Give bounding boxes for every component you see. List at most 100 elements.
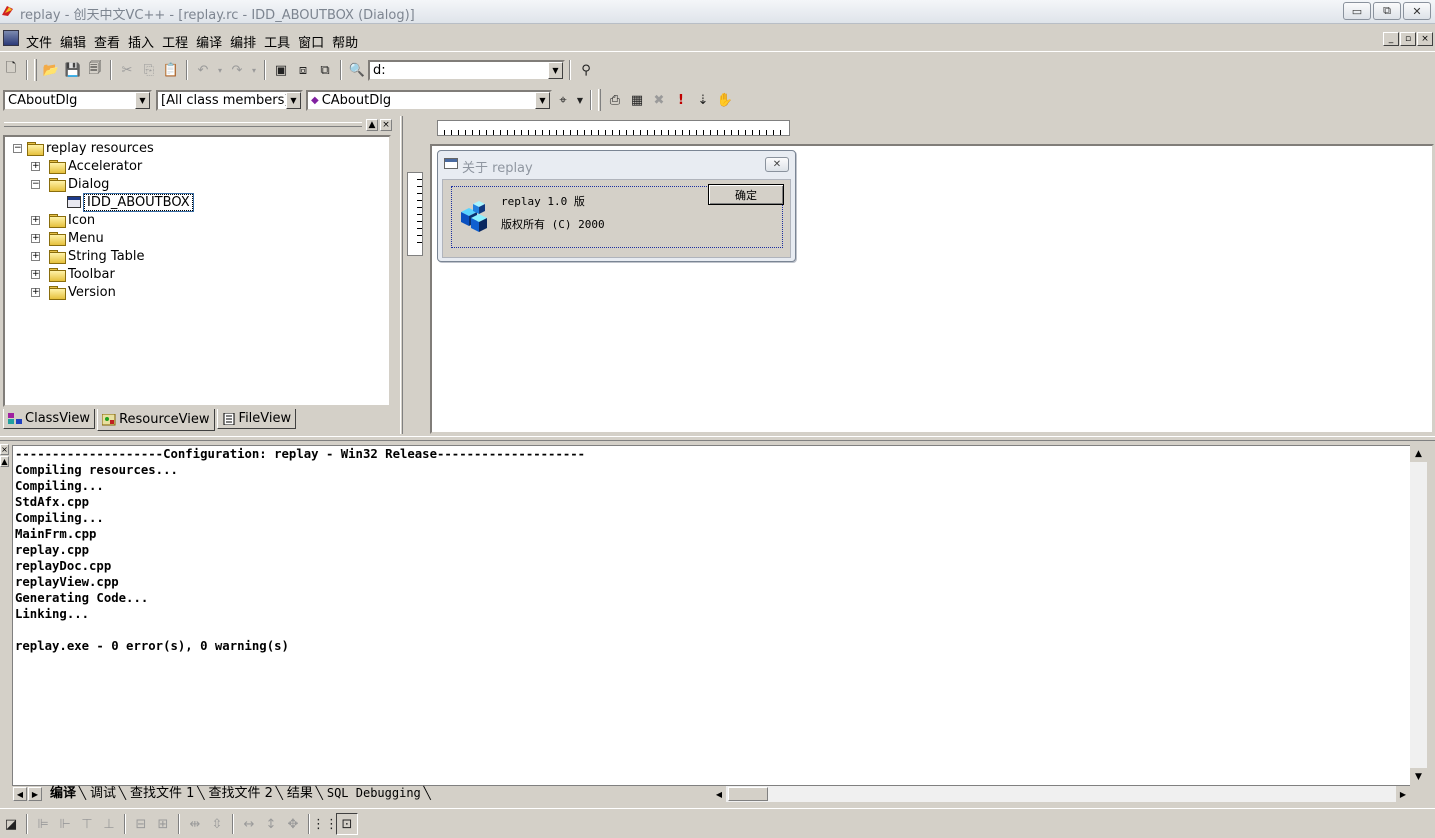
- tree-item-idd-aboutbox[interactable]: IDD_ABOUTBOX: [67, 192, 194, 212]
- tree-root[interactable]: replay resources: [27, 139, 154, 157]
- scroll-up-icon[interactable]: ▲: [1410, 445, 1427, 462]
- tab-build[interactable]: 编译: [42, 786, 86, 802]
- output-window[interactable]: --------------------Configuration: repla…: [12, 445, 1410, 785]
- expand-icon[interactable]: +: [31, 162, 40, 171]
- menu-window[interactable]: 窗口: [294, 32, 328, 51]
- vertical-splitter[interactable]: [400, 116, 403, 434]
- tree-item-toolbar[interactable]: Toolbar: [49, 265, 115, 283]
- undo-dropdown-icon[interactable]: ▾: [214, 59, 226, 81]
- toggle-grid-icon[interactable]: ⋮⋮: [312, 813, 338, 835]
- expand-icon[interactable]: +: [31, 288, 40, 297]
- tree-item-version[interactable]: Version: [49, 283, 116, 301]
- tree-item-string-table[interactable]: String Table: [49, 247, 145, 265]
- collapse-icon[interactable]: −: [31, 180, 40, 189]
- compile-icon[interactable]: ⎙: [604, 89, 626, 111]
- space-down-icon[interactable]: ⇳: [206, 813, 228, 835]
- cut-icon[interactable]: ✂: [116, 59, 138, 81]
- wizard-action-dropdown-icon[interactable]: ▼: [574, 89, 586, 111]
- align-right-icon[interactable]: ⊩: [54, 813, 76, 835]
- chevron-down-icon[interactable]: ▼: [548, 61, 563, 79]
- menu-build[interactable]: 编译: [192, 32, 226, 51]
- same-size-icon[interactable]: ✥: [282, 813, 304, 835]
- breakpoint-hand-icon[interactable]: ✋: [714, 89, 736, 111]
- tree-item-icon[interactable]: Icon: [49, 211, 95, 229]
- about-dialog-preview[interactable]: 关于 replay ✕ replay 1.0 版 版权所有 (C) 2000 确…: [437, 150, 796, 262]
- dialog-close-icon[interactable]: ✕: [765, 157, 789, 172]
- chevron-down-icon[interactable]: ▼: [286, 91, 301, 109]
- stop-build-icon[interactable]: ✖: [648, 89, 670, 111]
- tab-scroll-right-icon[interactable]: ▶: [28, 787, 42, 801]
- expand-icon[interactable]: +: [31, 234, 40, 243]
- output-toggle-icon[interactable]: ⧈: [292, 59, 314, 81]
- tab-resourceview[interactable]: ResourceView: [97, 409, 215, 431]
- tab-classview[interactable]: ClassView: [3, 409, 96, 429]
- vertical-ruler[interactable]: [407, 172, 423, 256]
- workspace-toggle-icon[interactable]: ▣: [270, 59, 292, 81]
- open-folder-icon[interactable]: 📂: [40, 59, 62, 81]
- document-system-menu-icon[interactable]: [3, 30, 19, 46]
- undo-icon[interactable]: ↶: [192, 59, 214, 81]
- minimize-button[interactable]: ▭: [1343, 2, 1371, 20]
- center-vertical-icon[interactable]: ⊟: [130, 813, 152, 835]
- mdi-restore-button[interactable]: ▫: [1400, 32, 1416, 46]
- expand-icon[interactable]: +: [31, 252, 40, 261]
- windows-list-icon[interactable]: ⧉: [314, 59, 336, 81]
- menu-help[interactable]: 帮助: [328, 32, 362, 51]
- scroll-thumb[interactable]: [728, 787, 768, 801]
- new-file-icon[interactable]: 🗋: [0, 59, 22, 81]
- save-all-icon[interactable]: 🗐: [84, 59, 106, 81]
- collapse-icon[interactable]: −: [13, 144, 22, 153]
- filter-combo[interactable]: [All class members] ▼: [156, 89, 303, 111]
- scroll-left-icon[interactable]: ◀: [712, 786, 726, 802]
- member-combo[interactable]: ◆ CAboutDlg ▼: [306, 89, 552, 111]
- expand-icon[interactable]: +: [31, 270, 40, 279]
- build-icon[interactable]: ▦: [626, 89, 648, 111]
- redo-dropdown-icon[interactable]: ▾: [248, 59, 260, 81]
- tree-item-dialog[interactable]: Dialog: [49, 175, 109, 193]
- maximize-pane-icon[interactable]: ▲: [0, 456, 9, 467]
- output-horizontal-scrollbar[interactable]: ◀ ▶: [712, 785, 1410, 802]
- tab-sql-debugging[interactable]: SQL Debugging: [319, 786, 431, 802]
- find-binoculars-icon[interactable]: ⚲: [575, 59, 597, 81]
- redo-icon[interactable]: ↷: [226, 59, 248, 81]
- same-width-icon[interactable]: ↔: [238, 813, 260, 835]
- align-left-icon[interactable]: ⊫: [32, 813, 54, 835]
- expand-icon[interactable]: +: [31, 216, 40, 225]
- center-horizontal-icon[interactable]: ⊞: [152, 813, 174, 835]
- toggle-guides-icon[interactable]: ⊡: [336, 813, 358, 835]
- menu-view[interactable]: 查看: [90, 32, 124, 51]
- menu-edit[interactable]: 编辑: [56, 32, 90, 51]
- tab-scroll-left-icon[interactable]: ◀: [13, 787, 27, 801]
- align-bottom-icon[interactable]: ⊥: [98, 813, 120, 835]
- horizontal-ruler[interactable]: [437, 120, 790, 136]
- scroll-down-icon[interactable]: ▼: [1410, 768, 1427, 785]
- close-pane-icon[interactable]: ×: [0, 444, 9, 455]
- execute-icon[interactable]: !: [670, 89, 692, 111]
- find-combo[interactable]: d: ▼: [368, 59, 565, 81]
- scroll-right-icon[interactable]: ▶: [1396, 786, 1410, 802]
- horizontal-splitter[interactable]: [0, 436, 1435, 441]
- output-vertical-scrollbar[interactable]: ▲ ▼: [1410, 445, 1427, 785]
- maximize-pane-icon[interactable]: ▲: [366, 119, 378, 131]
- restore-button[interactable]: ⧉: [1373, 2, 1401, 20]
- tab-debug[interactable]: 调试: [82, 786, 126, 802]
- save-icon[interactable]: 💾: [62, 59, 84, 81]
- space-across-icon[interactable]: ⇹: [184, 813, 206, 835]
- close-button[interactable]: ✕: [1403, 2, 1431, 20]
- ok-button[interactable]: 确定: [708, 184, 784, 205]
- menu-insert[interactable]: 插入: [124, 32, 158, 51]
- class-combo[interactable]: CAboutDlg ▼: [3, 89, 152, 111]
- tab-find-in-files-2[interactable]: 查找文件 2: [200, 786, 283, 802]
- close-pane-icon[interactable]: ×: [380, 119, 392, 131]
- chevron-down-icon[interactable]: ▼: [135, 91, 150, 109]
- chevron-down-icon[interactable]: ▼: [535, 91, 550, 109]
- same-height-icon[interactable]: ↕: [260, 813, 282, 835]
- mfc-app-icon[interactable]: [457, 200, 491, 234]
- step-into-icon[interactable]: ⇣: [692, 89, 714, 111]
- copy-icon[interactable]: ⎘: [138, 59, 160, 81]
- mdi-close-button[interactable]: ×: [1417, 32, 1433, 46]
- menu-tools[interactable]: 工具: [260, 32, 294, 51]
- tab-fileview[interactable]: FileView: [216, 409, 297, 429]
- test-dialog-icon[interactable]: ◪: [0, 813, 22, 835]
- find-in-files-icon[interactable]: 🔍: [346, 59, 368, 81]
